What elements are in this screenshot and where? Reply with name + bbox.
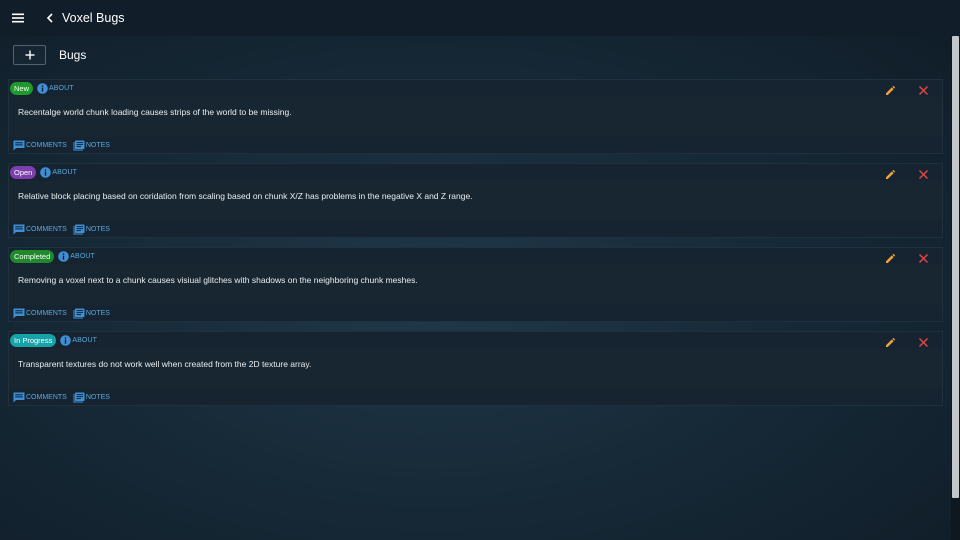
info-icon [37, 83, 48, 94]
notes-link[interactable]: NOTES [73, 224, 110, 235]
bug-card-footer: COMMENTS NOTES [9, 389, 942, 405]
close-icon[interactable] [918, 167, 929, 180]
plus-icon [25, 50, 34, 60]
bug-card-footer: COMMENTS NOTES [9, 305, 942, 321]
chevron-left-icon[interactable] [43, 11, 57, 25]
section-title: Bugs [59, 48, 87, 62]
comment-icon [13, 140, 25, 150]
add-bug-button[interactable] [13, 45, 46, 65]
bug-card-header: New ABOUT [9, 80, 942, 97]
page-title: Voxel Bugs [62, 11, 125, 25]
comment-icon [13, 308, 25, 318]
notes-link[interactable]: NOTES [73, 308, 110, 319]
bug-card-footer: COMMENTS NOTES [9, 221, 942, 237]
status-badge: Completed [10, 250, 55, 263]
scrollbar[interactable] [951, 36, 960, 540]
about-label: ABOUT [52, 169, 77, 176]
bug-card: In Progress ABOUT Transparent textures d… [8, 331, 943, 406]
scrollbar-thumb[interactable] [952, 36, 959, 498]
comments-label: COMMENTS [26, 225, 67, 233]
notes-label: NOTES [85, 141, 110, 149]
comments-link[interactable]: COMMENTS [13, 308, 67, 319]
bug-list: New ABOUT Recentalge world chunk loading… [8, 79, 943, 415]
bug-description: Recentalge world chunk loading causes st… [18, 107, 292, 117]
status-badge: In Progress [10, 334, 57, 347]
notes-icon [73, 224, 85, 234]
about-label: ABOUT [49, 85, 74, 92]
about-label: ABOUT [72, 337, 97, 344]
comment-icon [13, 392, 25, 402]
notes-icon [73, 140, 85, 150]
bug-description: Removing a voxel next to a chunk causes … [18, 275, 418, 285]
comment-icon [13, 224, 25, 234]
bug-card-header: In Progress ABOUT [9, 332, 942, 349]
pencil-icon[interactable] [885, 335, 896, 347]
bug-card-header: Open ABOUT [9, 164, 942, 181]
close-icon[interactable] [918, 83, 929, 96]
bug-card: Open ABOUT Relative block placing based … [8, 163, 943, 238]
close-icon[interactable] [918, 335, 929, 348]
pencil-icon[interactable] [885, 83, 896, 95]
close-icon[interactable] [918, 251, 929, 264]
notes-label: NOTES [85, 225, 110, 233]
comments-label: COMMENTS [26, 309, 67, 317]
bug-description: Transparent textures do not work well wh… [18, 359, 312, 369]
bug-card-body: Removing a voxel next to a chunk causes … [9, 265, 942, 305]
status-badge: New [10, 82, 34, 95]
comments-label: COMMENTS [26, 393, 67, 401]
bug-card: Completed ABOUT Removing a voxel next to… [8, 247, 943, 322]
comments-label: COMMENTS [26, 141, 67, 149]
notes-label: NOTES [85, 393, 110, 401]
bug-card: New ABOUT Recentalge world chunk loading… [8, 79, 943, 154]
notes-link[interactable]: NOTES [73, 392, 110, 403]
info-icon [40, 167, 52, 178]
bug-card-body: Recentalge world chunk loading causes st… [9, 97, 942, 137]
info-icon [58, 251, 70, 262]
toolbar: Bugs [0, 36, 950, 74]
bug-description: Relative block placing based on coridati… [18, 191, 473, 201]
notes-link[interactable]: NOTES [73, 140, 110, 151]
about-link[interactable]: ABOUT [58, 251, 95, 262]
bug-card-footer: COMMENTS NOTES [9, 137, 942, 153]
bug-card-header: Completed ABOUT [9, 248, 942, 265]
about-link[interactable]: ABOUT [40, 167, 77, 178]
info-icon [60, 335, 72, 346]
comments-link[interactable]: COMMENTS [13, 392, 67, 403]
menu-icon[interactable] [9, 9, 27, 27]
pencil-icon[interactable] [885, 167, 896, 179]
about-link[interactable]: ABOUT [60, 335, 97, 346]
comments-link[interactable]: COMMENTS [13, 140, 67, 151]
about-link[interactable]: ABOUT [37, 83, 74, 94]
comments-link[interactable]: COMMENTS [13, 224, 67, 235]
notes-label: NOTES [85, 309, 110, 317]
notes-icon [73, 392, 85, 402]
notes-icon [73, 308, 85, 318]
about-label: ABOUT [70, 253, 95, 260]
bug-card-body: Relative block placing based on coridati… [9, 181, 942, 221]
bug-card-body: Transparent textures do not work well wh… [9, 349, 942, 389]
status-badge: Open [10, 166, 37, 179]
pencil-icon[interactable] [885, 251, 896, 263]
top-app-bar: Voxel Bugs [0, 0, 960, 36]
